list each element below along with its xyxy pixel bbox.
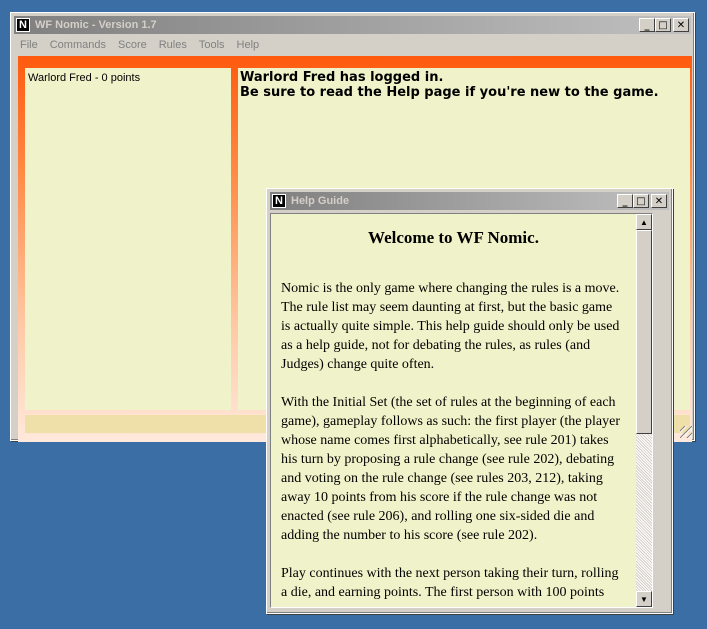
player-item[interactable]: Warlord Fred - 0 points [25,68,231,88]
menu-score[interactable]: Score [112,39,153,51]
app-icon[interactable]: N [16,18,30,32]
main-titlebar[interactable]: N WF Nomic - Version 1.7 _ □ ✕ [14,16,691,34]
scroll-down-icon[interactable]: ▼ [636,591,652,607]
window-title: WF Nomic - Version 1.7 [35,19,157,31]
menu-commands[interactable]: Commands [44,39,112,51]
help-window-title: Help Guide [291,195,350,207]
help-app-icon[interactable]: N [272,194,286,208]
menu-tools[interactable]: Tools [193,39,231,51]
player-list[interactable]: Warlord Fred - 0 points [25,68,231,410]
help-minimize-button[interactable]: _ [617,194,633,208]
close-button[interactable]: ✕ [673,18,689,32]
help-paragraph: Play continues with the next person taki… [281,566,619,600]
menu-file[interactable]: File [14,39,44,51]
help-titlebar[interactable]: N Help Guide _ □ ✕ [270,192,669,210]
help-close-button[interactable]: ✕ [651,194,667,208]
scroll-up-icon[interactable]: ▲ [636,214,652,230]
help-maximize-button[interactable]: □ [633,194,649,208]
menu-rules[interactable]: Rules [153,39,193,51]
menu-help[interactable]: Help [231,39,266,51]
minimize-button[interactable]: _ [639,18,655,32]
chat-line: Be sure to read the Help page if you're … [240,85,659,100]
help-scrollbar[interactable]: ▲ ▼ [636,214,652,607]
help-paragraph: Nomic is the only game where changing th… [281,281,620,372]
maximize-button[interactable]: □ [655,18,671,32]
help-window: N Help Guide _ □ ✕ Welcome to WF Nomic. … [266,188,673,614]
scroll-thumb[interactable] [636,230,652,434]
resize-grip-icon[interactable] [680,426,692,438]
help-heading: Welcome to WF Nomic. [368,228,539,247]
chat-line: Warlord Fred has logged in. [240,70,444,85]
help-content[interactable]: Welcome to WF Nomic. Nomic is the only g… [270,213,653,608]
help-paragraph: With the Initial Set (the set of rules a… [281,395,620,543]
menubar: File Commands Score Rules Tools Help [14,36,691,54]
